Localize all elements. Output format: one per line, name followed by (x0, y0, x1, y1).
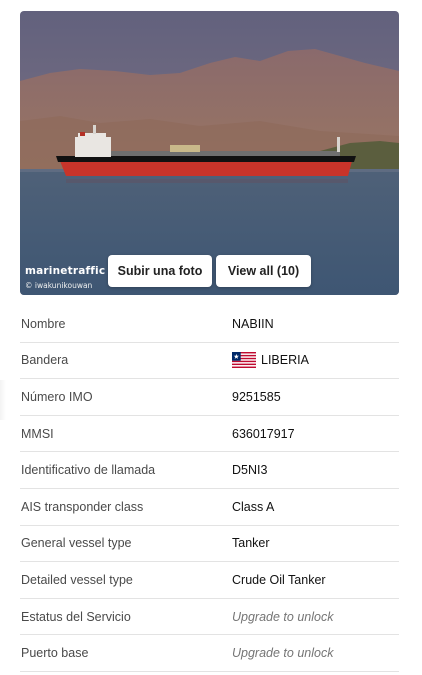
side-shadow (0, 380, 6, 420)
detail-row-name: Nombre NABIIN (20, 306, 399, 343)
detail-row-ais-class: AIS transponder class Class A (20, 489, 399, 526)
detail-label: Número IMO (21, 389, 93, 404)
detail-row-service-status: Estatus del Servicio Upgrade to unlock (20, 599, 399, 636)
detail-label: Puerto base (21, 646, 89, 661)
detail-label: Detailed vessel type (21, 572, 133, 587)
detail-label: General vessel type (21, 536, 132, 551)
detail-label: Nombre (21, 316, 66, 331)
detail-value: LIBERIA (232, 352, 309, 369)
detail-row-detailed-type: Detailed vessel type Crude Oil Tanker (20, 562, 399, 599)
view-all-photos-button[interactable]: View all (10) (216, 255, 311, 287)
marinetraffic-watermark: marinetraffic (25, 265, 106, 277)
upgrade-to-unlock-link[interactable]: Upgrade to unlock (232, 610, 333, 624)
detail-label: MMSI (21, 426, 54, 441)
detail-row-home-port: Puerto base Upgrade to unlock (20, 635, 399, 672)
upgrade-to-unlock-link[interactable]: Upgrade to unlock (232, 646, 333, 660)
upload-photo-button[interactable]: Subir una foto (108, 255, 212, 287)
detail-row-flag: Bandera LIBERIA (20, 343, 399, 380)
detail-value: Class A (232, 499, 275, 514)
detail-value: Tanker (232, 536, 270, 551)
detail-label: AIS transponder class (21, 499, 144, 514)
detail-row-imo: Número IMO 9251585 (20, 379, 399, 416)
photo-credit: © iwakunikouwan (25, 281, 93, 290)
vessel-photo-image (20, 11, 399, 295)
detail-label: Estatus del Servicio (21, 609, 131, 624)
vessel-photo[interactable]: marinetraffic © iwakunikouwan Subir una … (20, 11, 399, 295)
detail-row-call-sign: Identificativo de llamada D5NI3 (20, 452, 399, 489)
flag-country-name: LIBERIA (261, 353, 309, 368)
liberia-flag-icon (232, 352, 256, 369)
detail-value: NABIIN (232, 316, 274, 331)
detail-label: Bandera (21, 353, 69, 368)
detail-label: Identificativo de llamada (21, 463, 156, 478)
detail-row-mmsi: MMSI 636017917 (20, 416, 399, 453)
detail-value: Crude Oil Tanker (232, 572, 326, 587)
detail-value: D5NI3 (232, 463, 268, 478)
detail-row-general-type: General vessel type Tanker (20, 526, 399, 563)
detail-value: 9251585 (232, 389, 281, 404)
detail-value: 636017917 (232, 426, 295, 441)
vessel-details-table: Nombre NABIIN Bandera LIBERIA Número IMO… (20, 306, 399, 672)
